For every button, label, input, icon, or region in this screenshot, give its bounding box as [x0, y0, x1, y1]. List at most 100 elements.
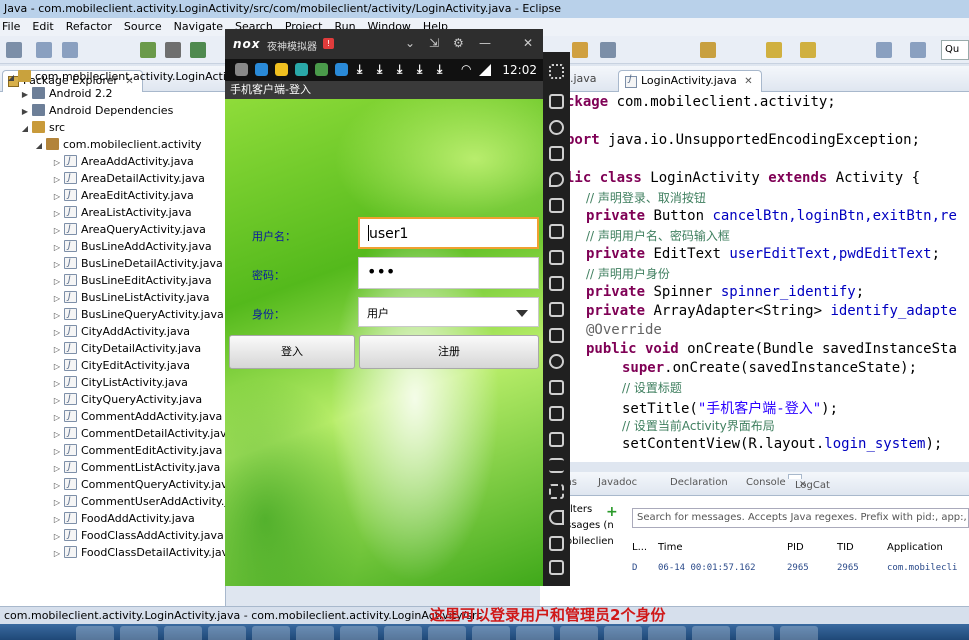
menu-file[interactable]: File	[2, 18, 20, 36]
tree-item-java-file[interactable]: ▷ FoodClassDetailActivity.java	[52, 544, 225, 562]
tab-declaration[interactable]: Declaration	[670, 477, 728, 488]
screen-icon[interactable]	[549, 198, 564, 213]
tree-item-java-file[interactable]: ▷ CommentUserAddActivity.java	[52, 493, 225, 510]
back-icon[interactable]	[766, 42, 782, 58]
macro-icon[interactable]	[549, 406, 564, 421]
tree-item-java-file[interactable]: ▷ AreaListActivity.java	[52, 204, 192, 221]
tree-item-src[interactable]: ◢ src	[20, 119, 65, 136]
tree-item-java-file[interactable]: ▷ AreaDetailActivity.java	[52, 170, 205, 187]
register-button[interactable]: 注册	[359, 335, 539, 369]
multi-instance-icon[interactable]	[549, 380, 564, 395]
taskbar-app[interactable]	[692, 626, 730, 640]
more-icon[interactable]	[549, 64, 564, 79]
filter-item-all[interactable]: ssages (n	[566, 518, 628, 534]
chevron-down-icon[interactable]: ▷	[52, 341, 62, 358]
taskbar-app[interactable]	[560, 626, 598, 640]
chevron-down-icon[interactable]: ◢	[20, 120, 30, 137]
tab-javadoc[interactable]: Javadoc	[598, 477, 637, 488]
username-field[interactable]: user1	[358, 217, 539, 249]
home-icon[interactable]	[549, 536, 564, 551]
tree-item-java-file[interactable]: ▷ BusLineQueryActivity.java	[52, 306, 224, 323]
tree-item-java-file[interactable]: ▷ CityListActivity.java	[52, 374, 188, 391]
chevron-right-icon[interactable]: ▶	[20, 86, 30, 103]
taskbar-app[interactable]	[120, 626, 158, 640]
notification-badge[interactable]: !	[323, 38, 334, 49]
col-application[interactable]: Application	[887, 542, 943, 553]
chevron-down-icon[interactable]: ▷	[52, 511, 62, 528]
login-button[interactable]: 登入	[229, 335, 355, 369]
android-sdk-icon[interactable]	[140, 42, 156, 58]
chevron-down-icon[interactable]: ▷	[52, 273, 62, 290]
tree-item-java-file[interactable]: ▷ CityQueryActivity.java	[52, 391, 202, 408]
chevron-down-icon[interactable]: ▷	[52, 426, 62, 443]
taskbar-app[interactable]	[648, 626, 686, 640]
chevron-down-icon[interactable]: ▷	[52, 443, 62, 460]
chevron-down-icon[interactable]: ▷	[52, 256, 62, 273]
filter-item-app[interactable]: obileclien	[566, 534, 628, 550]
tree-item-java-file[interactable]: ▷ CommentListActivity.java	[52, 459, 220, 476]
chevron-down-icon[interactable]: ⌄	[405, 36, 415, 50]
chevron-down-icon[interactable]: ▷	[52, 358, 62, 375]
tree-item-java-file[interactable]: ▷ CommentQueryActivity.java	[52, 476, 225, 494]
chevron-down-icon[interactable]: ▷	[52, 392, 62, 409]
menu-navigate[interactable]: Navigate	[174, 18, 223, 36]
tab-console[interactable]: Console	[746, 477, 786, 488]
taskbar-app[interactable]	[428, 626, 466, 640]
chevron-down-icon[interactable]: ▷	[52, 545, 62, 562]
col-time[interactable]: Time	[658, 542, 682, 553]
minimize-icon[interactable]: —	[479, 36, 491, 50]
open-type-icon[interactable]	[572, 42, 588, 58]
chevron-down-icon[interactable]: ▷	[52, 409, 62, 426]
col-tid[interactable]: TID	[837, 542, 854, 553]
fullscreen-icon[interactable]	[549, 250, 564, 265]
add-filter-icon[interactable]: +	[606, 504, 618, 520]
scissors-icon[interactable]	[549, 146, 564, 161]
chevron-down-icon[interactable]: ▷	[52, 171, 62, 188]
screenshot-icon[interactable]	[549, 120, 564, 135]
chevron-down-icon[interactable]: ▷	[52, 239, 62, 256]
menu-edit[interactable]: Edit	[32, 18, 53, 36]
chevron-right-icon[interactable]: ▶	[20, 103, 30, 120]
menu-source[interactable]: Source	[124, 18, 162, 36]
quick-access-input[interactable]: Qu	[941, 40, 969, 60]
tree-item-java-file[interactable]: ▷ BusLineEditActivity.java	[52, 272, 212, 289]
chevron-down-icon[interactable]: ▷	[52, 290, 62, 307]
tab-login-activity[interactable]: LoginActivity.java ✕	[618, 70, 762, 92]
tree-item-java-file[interactable]: ▷ BusLineAddActivity.java	[52, 238, 212, 255]
menu-refactor[interactable]: Refactor	[66, 18, 112, 36]
taskbar-app[interactable]	[516, 626, 554, 640]
perspective-icon[interactable]	[876, 42, 892, 58]
tree-item-lib[interactable]: ▶ Android 2.2	[20, 85, 113, 102]
forward-icon[interactable]	[800, 42, 816, 58]
gear-icon[interactable]: ⚙	[453, 36, 464, 50]
tree-item-java-file[interactable]: ▷ CommentDetailActivity.java	[52, 425, 225, 443]
volume-up-icon[interactable]	[549, 276, 564, 291]
chevron-down-icon[interactable]: ▷	[52, 477, 62, 494]
run-icon[interactable]	[190, 42, 206, 58]
chevron-down-icon[interactable]: ◢	[34, 137, 44, 154]
tree-item-java-file[interactable]: ▷ AreaQueryActivity.java	[52, 221, 206, 238]
save-icon[interactable]	[36, 42, 52, 58]
taskbar-app[interactable]	[384, 626, 422, 640]
chevron-down-icon[interactable]: ▷	[52, 324, 62, 341]
tree-item-java-file[interactable]: ▷ BusLineListActivity.java	[52, 289, 210, 306]
back-icon[interactable]	[549, 510, 564, 525]
dots-icon[interactable]	[549, 484, 564, 499]
upload-icon[interactable]	[549, 328, 564, 343]
chevron-down-icon[interactable]: ▷	[52, 375, 62, 392]
taskbar-app[interactable]	[208, 626, 246, 640]
taskbar-app[interactable]	[736, 626, 774, 640]
col-level[interactable]: L...	[632, 542, 647, 553]
password-field[interactable]: •••	[358, 257, 539, 289]
tree-item-project[interactable]: ◢ com.mobileclient.activity.LoginActivity	[6, 68, 225, 85]
tree-item-java-file[interactable]: ▷ AreaAddActivity.java	[52, 153, 194, 170]
record-icon[interactable]	[549, 432, 564, 447]
shake-icon[interactable]	[549, 354, 564, 369]
taskbar-app[interactable]	[164, 626, 202, 640]
taskbar-app[interactable]	[472, 626, 510, 640]
recent-apps-icon[interactable]	[549, 560, 564, 575]
tree-item-java-file[interactable]: ▷ FoodClassAddActivity.java	[52, 527, 224, 544]
annotation-icon[interactable]	[700, 42, 716, 58]
chevron-down-icon[interactable]: ▷	[52, 307, 62, 324]
new-icon[interactable]	[6, 42, 22, 58]
